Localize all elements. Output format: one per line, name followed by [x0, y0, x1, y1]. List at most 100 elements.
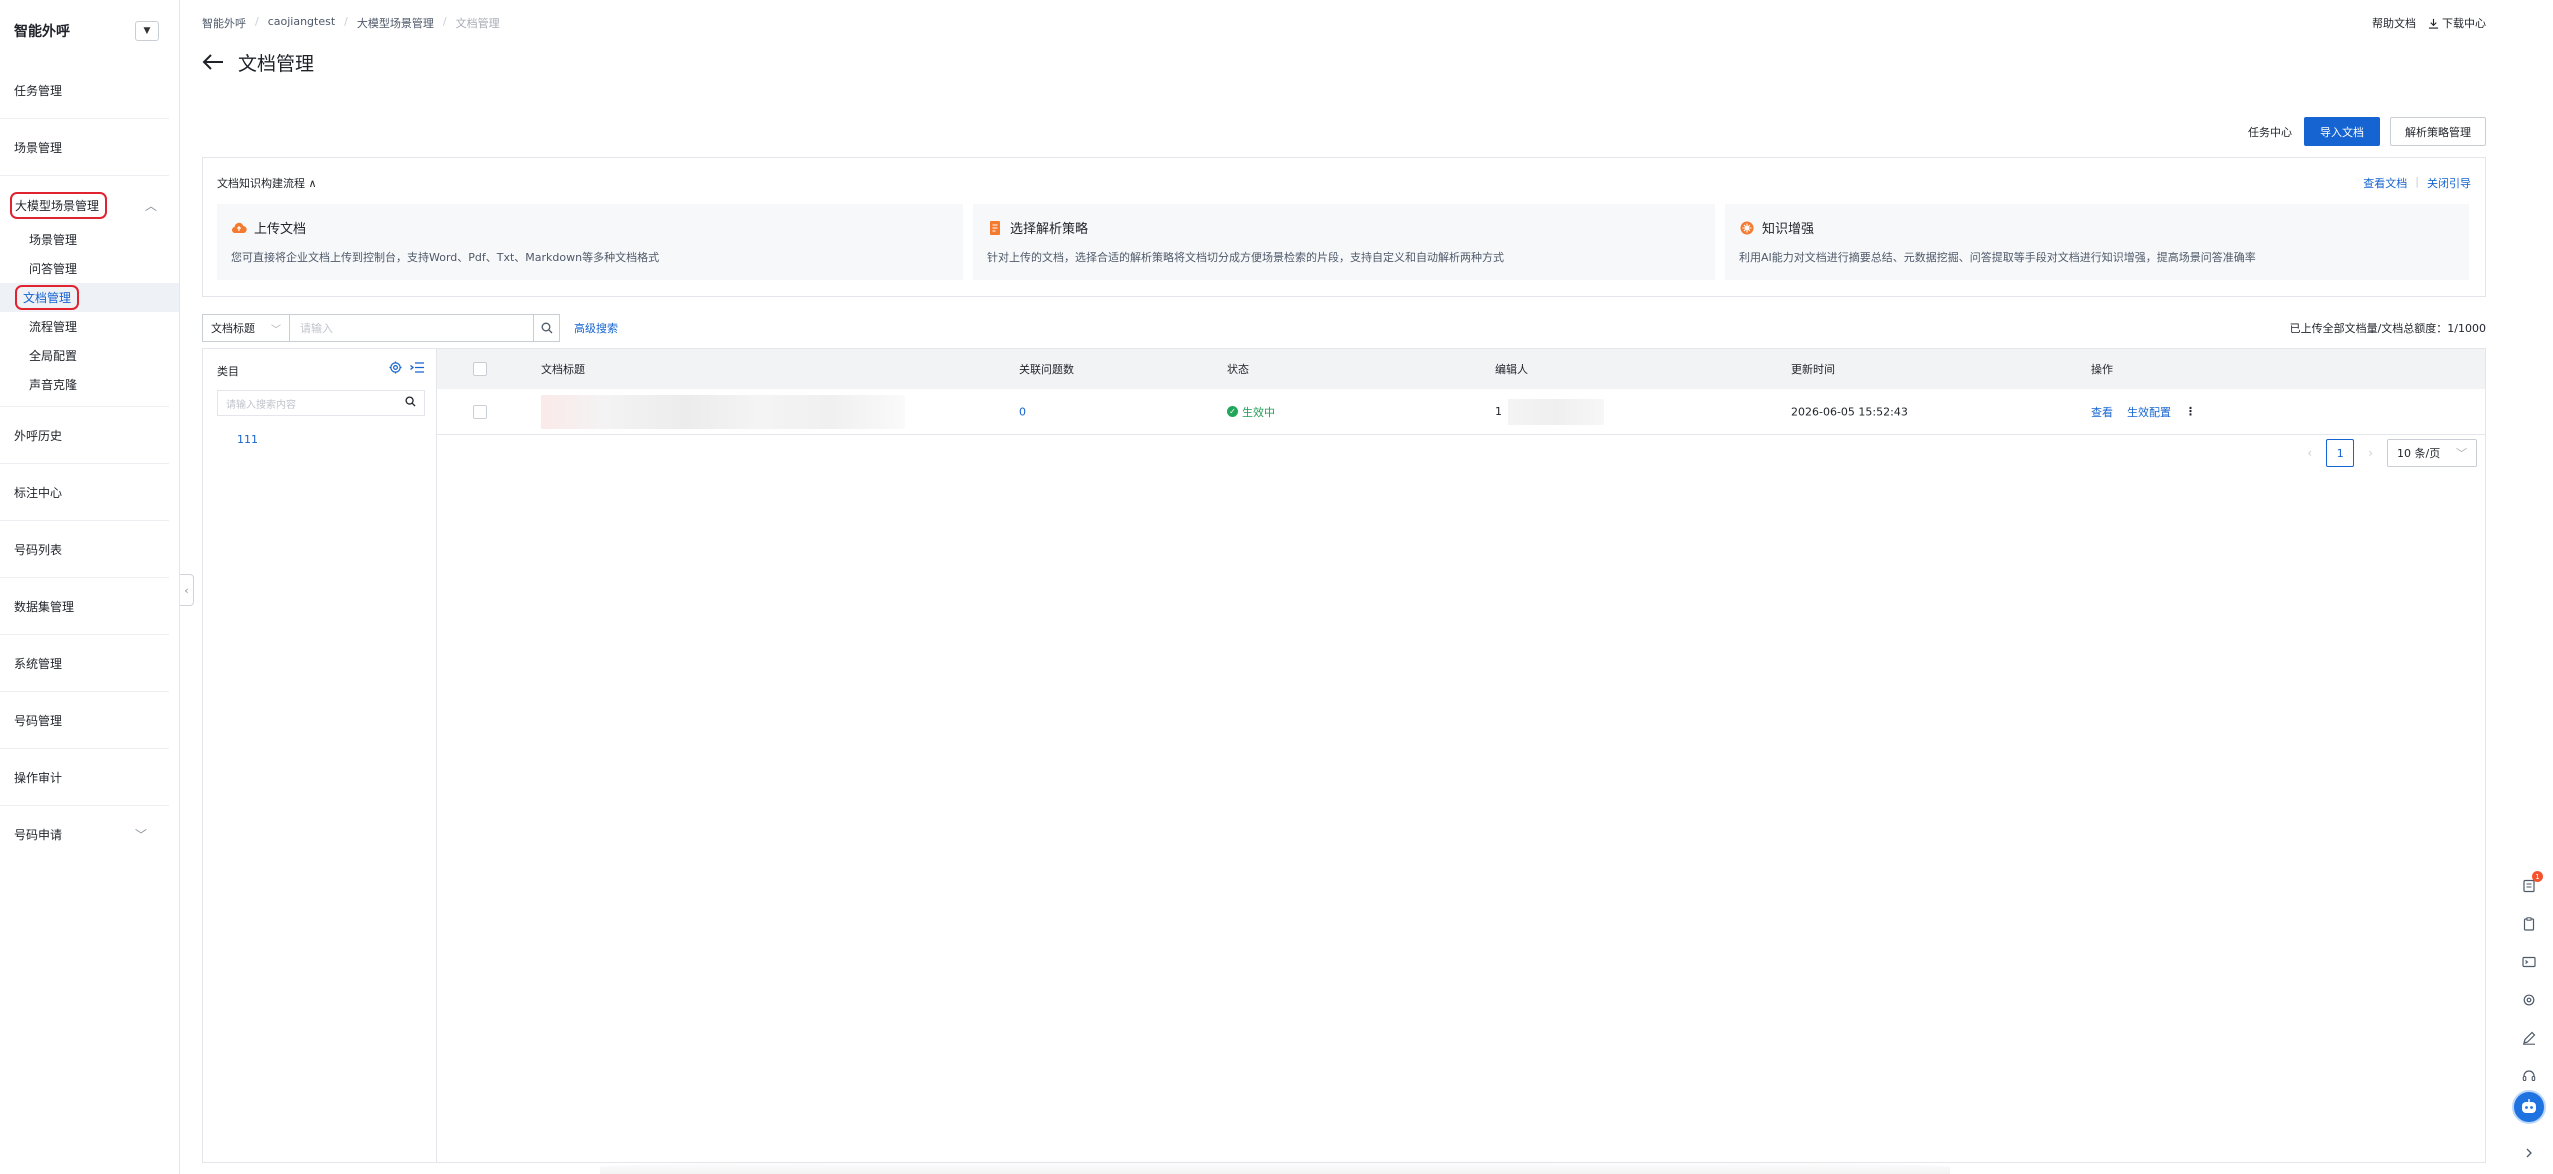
prev-page-icon[interactable]: ‹: [2307, 446, 2312, 460]
advanced-search-link[interactable]: 高级搜索: [574, 320, 618, 336]
download-icon: [2428, 18, 2439, 29]
breadcrumb-item[interactable]: 智能外呼: [202, 15, 246, 31]
page-number-current[interactable]: 1: [2326, 439, 2355, 467]
category-search-input[interactable]: 请输入搜索内容: [217, 390, 425, 416]
help-docs-link[interactable]: 帮助文档: [2372, 15, 2416, 31]
sidebar-item-number-management[interactable]: 号码管理: [0, 692, 169, 749]
breadcrumb-item[interactable]: caojiangtest: [268, 15, 335, 31]
flow-card-desc: 利用AI能力对文档进行摘要总结、元数据挖掘、问答提取等手段对文档进行知识增强，提…: [1739, 251, 2256, 264]
sidebar-subitem-global-config[interactable]: 全局配置: [0, 341, 179, 370]
sidebar-divider: [0, 399, 169, 407]
product-switch-dropdown[interactable]: ▼: [135, 21, 159, 41]
page-size-select[interactable]: 10 条/页 ﹀: [2387, 439, 2477, 467]
edit-icon[interactable]: [2520, 1029, 2538, 1047]
chevron-up-icon: ︿: [144, 199, 157, 213]
flow-panel-links: 查看文档 | 关闭引导: [2363, 175, 2471, 191]
next-page-icon[interactable]: ›: [2368, 446, 2373, 460]
sidebar-title: 智能外呼: [14, 24, 70, 40]
select-all-checkbox[interactable]: [473, 362, 487, 376]
search-field-select[interactable]: 文档标题 ﹀: [202, 314, 290, 342]
category-item[interactable]: 111: [237, 433, 258, 446]
sidebar-group-llm-scene[interactable]: 大模型场景管理 ︿: [0, 185, 179, 225]
view-docs-link[interactable]: 查看文档: [2363, 175, 2407, 191]
related-count-link[interactable]: 0: [1019, 405, 1026, 418]
task-center-link[interactable]: 任务中心: [2248, 124, 2292, 140]
chevron-right-icon[interactable]: [2520, 1144, 2538, 1162]
sidebar-item-scene-management[interactable]: 场景管理: [0, 119, 169, 176]
import-document-button[interactable]: 导入文档: [2304, 117, 2380, 146]
breadcrumb-item[interactable]: 大模型场景管理: [357, 15, 434, 31]
sidebar-item-label: 场景管理: [29, 233, 78, 247]
search-icon: [541, 322, 552, 334]
category-panel: 类目 请输入搜索内容 111: [203, 349, 437, 1162]
sidebar-item-label: 流程管理: [29, 320, 78, 334]
settings-icon[interactable]: [389, 361, 402, 374]
notes-icon[interactable]: 1: [2520, 871, 2543, 895]
status-badge: ✓ 生效中: [1227, 404, 1275, 420]
sidebar-item-label: 问答管理: [29, 262, 78, 276]
flow-card-desc: 针对上传的文档，选择合适的解析策略将文档切分成方便场景检索的片段，支持自定义和自…: [987, 251, 1504, 264]
flow-panel-toggle[interactable]: 文档知识构建流程 ∧: [217, 175, 317, 191]
sidebar-item-label: 声音克隆: [29, 378, 78, 392]
sidebar-subitem-qa[interactable]: 问答管理: [0, 254, 179, 283]
sidebar-item-label: 号码列表: [14, 542, 63, 557]
sidebar-item-annotation[interactable]: 标注中心: [0, 464, 169, 521]
sidebar-item-number-apply[interactable]: 号码申请 ﹀: [0, 806, 169, 863]
sparkle-gear-icon: [1740, 221, 1754, 234]
sidebar-item-label: 系统管理: [14, 656, 63, 671]
sidebar-item-dataset[interactable]: 数据集管理: [0, 578, 169, 635]
headset-icon[interactable]: [2520, 1067, 2538, 1085]
close-guide-link[interactable]: 关闭引导: [2427, 175, 2471, 191]
gear-icon[interactable]: [2520, 991, 2538, 1009]
assistant-robot-icon[interactable]: [2512, 1090, 2546, 1124]
flow-card-title: 上传文档: [254, 222, 307, 237]
cloud-upload-icon: [231, 222, 247, 233]
document-table: 文档标题 关联问题数 状态 编辑人 更新时间 操作 0 ✓ 生效中 1 2026…: [437, 349, 2485, 467]
bottom-shadow: [600, 1160, 1950, 1174]
sidebar-item-label: 操作审计: [14, 770, 63, 785]
search-button[interactable]: [534, 314, 560, 342]
parse-strategy-button[interactable]: 解析策略管理: [2390, 117, 2486, 146]
activation-config-link[interactable]: 生效配置: [2127, 404, 2171, 420]
sidebar-item-label: 文档管理: [15, 285, 80, 310]
editor-value: 1: [1495, 405, 1502, 418]
sidebar-subitem-voice-clone[interactable]: 声音克隆: [0, 370, 179, 399]
terminal-icon[interactable]: [2520, 953, 2538, 971]
more-actions-icon[interactable]: ⋮: [2185, 405, 2196, 418]
sidebar-item-call-history[interactable]: 外呼历史: [0, 407, 169, 464]
chevron-down-icon: ﹀: [134, 828, 147, 842]
row-actions: 查看 生效配置 ⋮: [2091, 404, 2196, 420]
document-stack-icon: [990, 220, 1000, 235]
sidebar-header: 智能外呼 ▼: [0, 0, 179, 62]
sidebar-item-label: 外呼历史: [14, 428, 63, 443]
breadcrumb-separator: /: [442, 15, 447, 28]
download-center-link[interactable]: 下载中心: [2428, 15, 2486, 31]
breadcrumb: 智能外呼 / caojiangtest / 大模型场景管理 / 文档管理: [202, 15, 500, 31]
sidebar-collapse-handle[interactable]: ‹: [180, 574, 194, 606]
caret-down-icon: ▼: [143, 26, 151, 36]
sidebar: 智能外呼 ▼ 任务管理 场景管理 大模型场景管理 ︿ 场景管理 问答管理 文档管…: [0, 0, 180, 1174]
sidebar-item-system[interactable]: 系统管理: [0, 635, 169, 692]
content-box: 类目 请输入搜索内容 111 文档标题 关联问题数 状态 编辑人 更新时间 操作: [202, 348, 2486, 1163]
editor-name-redacted: [1508, 398, 1604, 425]
document-title-redacted[interactable]: [541, 394, 905, 429]
sidebar-subitem-flow[interactable]: 流程管理: [0, 312, 179, 341]
search-input[interactable]: 请输入: [290, 314, 534, 342]
main-content: 智能外呼 / caojiangtest / 大模型场景管理 / 文档管理 帮助文…: [202, 0, 2486, 1174]
back-arrow-icon[interactable]: [202, 51, 224, 75]
column-header-title: 文档标题: [541, 363, 585, 376]
column-header-updated: 更新时间: [1791, 363, 1835, 376]
sidebar-subitem-documents[interactable]: 文档管理: [0, 283, 179, 312]
sidebar-subitem-scene[interactable]: 场景管理: [0, 225, 179, 254]
check-circle-icon: ✓: [1227, 406, 1238, 417]
chevron-down-icon: ﹀: [271, 324, 281, 336]
view-link[interactable]: 查看: [2091, 404, 2113, 420]
chevron-up-icon: ∧: [308, 177, 317, 190]
list-indent-icon[interactable]: [410, 361, 424, 374]
sidebar-item-audit[interactable]: 操作审计: [0, 749, 169, 806]
row-checkbox[interactable]: [473, 404, 487, 419]
sidebar-item-number-list[interactable]: 号码列表: [0, 521, 169, 578]
sidebar-item-task-management[interactable]: 任务管理: [0, 62, 169, 119]
clipboard-icon[interactable]: [2520, 915, 2538, 933]
flow-card-title: 选择解析策略: [1010, 222, 1089, 237]
